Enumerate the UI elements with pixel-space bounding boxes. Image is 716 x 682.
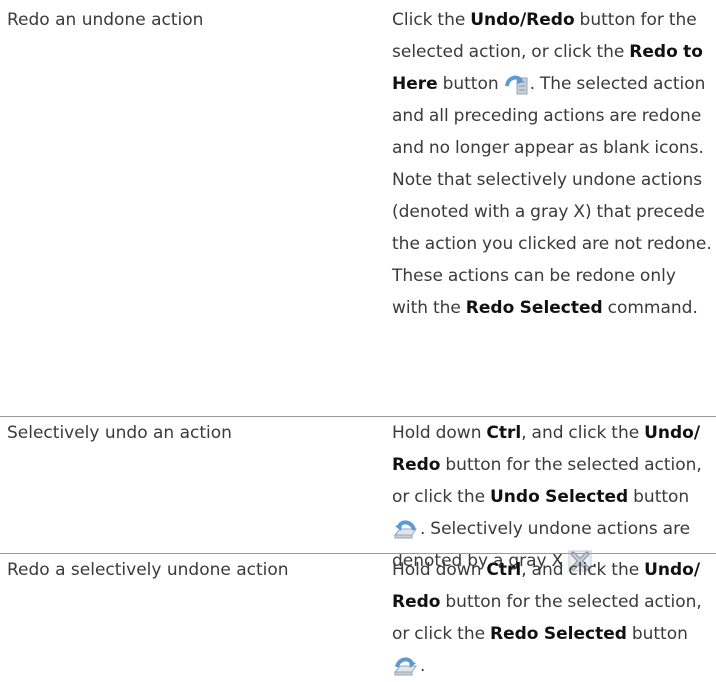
desc-text: button [437,74,504,94]
desc-text: button [626,624,688,644]
desc-text: Click the [392,10,471,30]
bold-term: Redo Selected [465,298,603,318]
table-row: Selectively undo an action Hold down Ctr… [0,416,716,572]
description-cell: Click the Undo/Redo button for the selec… [392,4,712,324]
table-row: Redo a selectively undone action Hold do… [0,553,716,676]
action-cell: Redo a selectively undone action [7,560,289,580]
bold-term: Ctrl [486,560,522,580]
desc-text: , and click the [521,560,645,580]
desc-text: Hold down [392,423,487,443]
bold-term: Ctrl [486,423,522,443]
bold-term: Undo/Redo [470,10,575,30]
desc-text: . The selected action and all preceding … [392,74,712,318]
desc-text: command. [602,298,698,318]
bold-term: Redo Selected [490,624,627,644]
undo-selected-icon [392,517,420,541]
table-row: Redo an undone action Click the Undo/Red… [0,0,716,416]
redo-to-here-icon [504,72,530,96]
description-cell: Hold down Ctrl, and click the Undo/ Redo… [392,554,712,682]
page: Redo an undone action Click the Undo/Red… [0,0,716,676]
desc-text: . [420,656,426,676]
action-cell: Selectively undo an action [7,423,232,443]
redo-selected-icon [392,654,420,678]
desc-text: , and click the [521,423,645,443]
desc-text: button [628,487,690,507]
action-cell: Redo an undone action [7,10,204,30]
desc-text: Hold down [392,560,487,580]
bold-term: Undo Selected [490,487,629,507]
